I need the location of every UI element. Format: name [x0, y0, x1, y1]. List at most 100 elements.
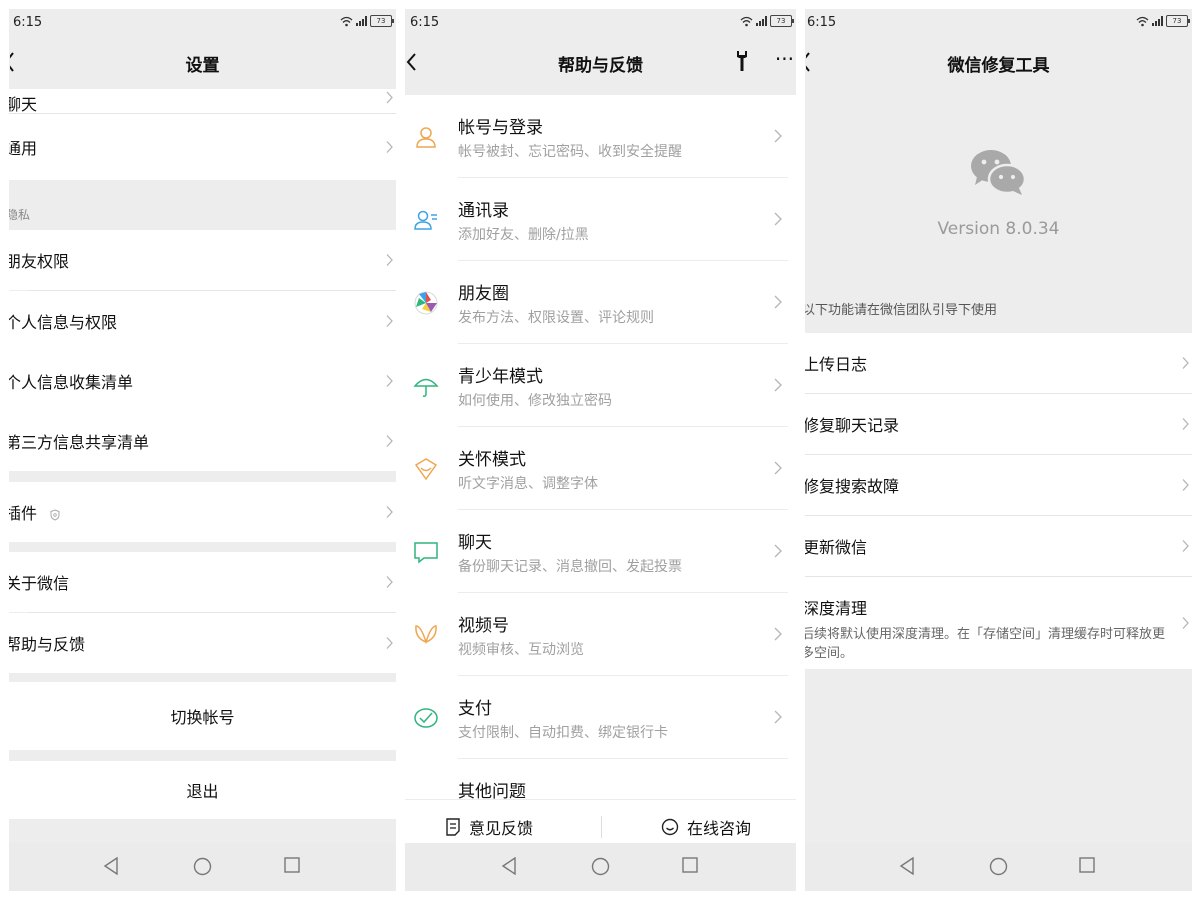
footer-separator	[601, 816, 602, 838]
consult-bubble-icon	[661, 818, 679, 836]
nav-back-triangle-icon[interactable]	[501, 857, 517, 875]
status-icons: 73	[340, 15, 394, 27]
status-icons: 73	[1136, 15, 1190, 27]
nav-home-circle-icon[interactable]	[989, 857, 1008, 876]
help-item-chat[interactable]: 聊天 备份聊天记录、消息撤回、发起投票	[405, 510, 796, 593]
chevron-right-icon	[386, 91, 393, 104]
wifi-icon	[740, 16, 753, 26]
settings-row-about-wechat[interactable]: 关于微信	[9, 552, 396, 612]
help-item-subtitle: 视频审核、互动浏览	[458, 642, 584, 658]
help-item-title: 帐号与登录	[458, 118, 543, 138]
help-item-subtitle: 如何使用、修改独立密码	[458, 393, 612, 409]
nav-bar: 帮助与反馈 ···	[405, 37, 796, 89]
nav-bar: 微信修复工具	[805, 37, 1192, 89]
repair-tool-screen: 6:15 73 微信修复工具 Version 8.0.34 以下功能请在微信团队…	[805, 9, 1192, 891]
help-item-title: 支付	[458, 699, 492, 719]
repair-row-upload-log[interactable]: 上传日志	[805, 333, 1192, 393]
nav-back-triangle-icon[interactable]	[899, 857, 915, 875]
more-icon[interactable]: ···	[775, 47, 794, 71]
settings-row-third-party-sharing[interactable]: 第三方信息共享清单	[9, 411, 396, 471]
help-item-account-login[interactable]: 帐号与登录 帐号被封、忘记密码、收到安全提醒	[405, 95, 796, 178]
app-info-header: Version 8.0.34 以下功能请在微信团队引导下使用	[805, 89, 1192, 329]
contacts-icon	[414, 210, 437, 230]
chevron-right-icon	[774, 378, 782, 392]
wrench-icon[interactable]	[734, 49, 750, 73]
wifi-icon	[1136, 16, 1149, 26]
shield-icon	[50, 508, 60, 521]
status-time: 6:15	[807, 15, 837, 30]
help-item-other[interactable]: 其他问题	[405, 759, 796, 799]
help-item-title: 视频号	[458, 616, 509, 636]
settings-row-personal-info-collection[interactable]: 个人信息收集清单	[9, 351, 396, 411]
umbrella-icon	[413, 378, 439, 397]
chevron-right-icon	[1182, 418, 1189, 430]
page-title: 设置	[185, 56, 220, 76]
nav-back-triangle-icon[interactable]	[103, 857, 119, 875]
plugins-label: 插件	[9, 504, 38, 523]
chevron-right-icon	[386, 637, 393, 649]
settings-row-general[interactable]: 通用	[9, 114, 396, 180]
battery-icon: 73	[1166, 15, 1190, 27]
chevron-right-icon	[774, 212, 782, 226]
chevron-right-icon	[774, 627, 782, 641]
help-item-care-mode[interactable]: 关怀模式 听文字消息、调整字体	[405, 427, 796, 510]
settings-row-label: 聊天	[9, 95, 38, 114]
settings-row-label: 插件	[9, 500, 60, 524]
repair-row-chat-history[interactable]: 修复聊天记录	[805, 394, 1192, 454]
chevron-right-icon	[386, 375, 393, 387]
nav-recents-square-icon[interactable]	[682, 857, 698, 873]
chevron-right-icon	[386, 254, 393, 266]
status-bar: 6:15 73	[805, 9, 1192, 37]
signal-icon	[1152, 16, 1163, 26]
help-item-channels[interactable]: 视频号 视频审核、互动浏览	[405, 593, 796, 676]
switch-account-button[interactable]: 切换帐号	[9, 682, 396, 750]
guidance-note: 以下功能请在微信团队引导下使用	[805, 303, 998, 318]
android-nav-bar	[405, 843, 796, 891]
android-nav-bar	[9, 843, 396, 891]
help-item-subtitle: 添加好友、删除/拉黑	[458, 227, 589, 243]
status-bar: 6:15 73	[405, 9, 796, 37]
nav-bar: 设置	[9, 37, 396, 89]
online-consult-label: 在线咨询	[687, 819, 752, 838]
help-item-contacts[interactable]: 通讯录 添加好友、删除/拉黑	[405, 178, 796, 261]
repair-row-search[interactable]: 修复搜索故障	[805, 455, 1192, 515]
logout-button[interactable]: 退出	[9, 761, 396, 819]
help-item-subtitle: 帐号被封、忘记密码、收到安全提醒	[458, 144, 682, 160]
nav-recents-square-icon[interactable]	[1079, 857, 1095, 873]
help-item-pay[interactable]: 支付 支付限制、自动扣费、绑定银行卡	[405, 676, 796, 759]
settings-row-label: 个人信息与权限	[9, 313, 118, 332]
nav-home-circle-icon[interactable]	[193, 857, 212, 876]
chevron-right-icon	[386, 315, 393, 327]
settings-row-help-feedback[interactable]: 帮助与反馈	[9, 613, 396, 673]
nav-home-circle-icon[interactable]	[591, 857, 610, 876]
settings-screen: 6:15 73 设置 聊天 通用 隐私 朋友权限 个人信息与权限 个人信息收集清…	[9, 9, 396, 891]
help-item-teen-mode[interactable]: 青少年模式 如何使用、修改独立密码	[405, 344, 796, 427]
help-item-subtitle: 支付限制、自动扣费、绑定银行卡	[458, 725, 668, 741]
chevron-right-icon	[774, 129, 782, 143]
settings-row-personal-info-permission[interactable]: 个人信息与权限	[9, 291, 396, 351]
repair-row-label: 上传日志	[805, 355, 868, 374]
page-title: 微信修复工具	[947, 56, 1050, 76]
settings-row-chat[interactable]: 聊天	[9, 89, 396, 114]
help-item-subtitle: 听文字消息、调整字体	[458, 476, 598, 492]
feedback-doc-icon	[446, 818, 460, 836]
android-nav-bar	[805, 843, 1192, 891]
help-item-subtitle: 发布方法、权限设置、评论规则	[458, 310, 654, 326]
pay-check-icon	[414, 708, 438, 728]
chevron-right-icon	[386, 506, 393, 518]
help-item-moments[interactable]: 朋友圈 发布方法、权限设置、评论规则	[405, 261, 796, 344]
status-bar: 6:15 73	[9, 9, 396, 37]
help-item-title: 朋友圈	[458, 284, 509, 304]
chevron-right-icon	[1182, 617, 1189, 629]
nav-recents-square-icon[interactable]	[284, 857, 300, 873]
battery-icon: 73	[370, 15, 394, 27]
chevron-right-icon	[774, 295, 782, 309]
repair-row-label: 修复聊天记录	[805, 416, 900, 435]
help-item-title: 聊天	[458, 533, 492, 553]
repair-row-update-wechat[interactable]: 更新微信	[805, 516, 1192, 576]
settings-row-plugins[interactable]: 插件	[9, 482, 396, 542]
help-item-title: 青少年模式	[458, 367, 543, 387]
wechat-logo-icon	[971, 150, 1027, 195]
settings-row-friends-permission[interactable]: 朋友权限	[9, 230, 396, 290]
repair-row-deep-clean[interactable]: 深度清理 后续将默认使用深度清理。在「存储空间」清理缓存时可释放更多空间。	[805, 577, 1192, 669]
